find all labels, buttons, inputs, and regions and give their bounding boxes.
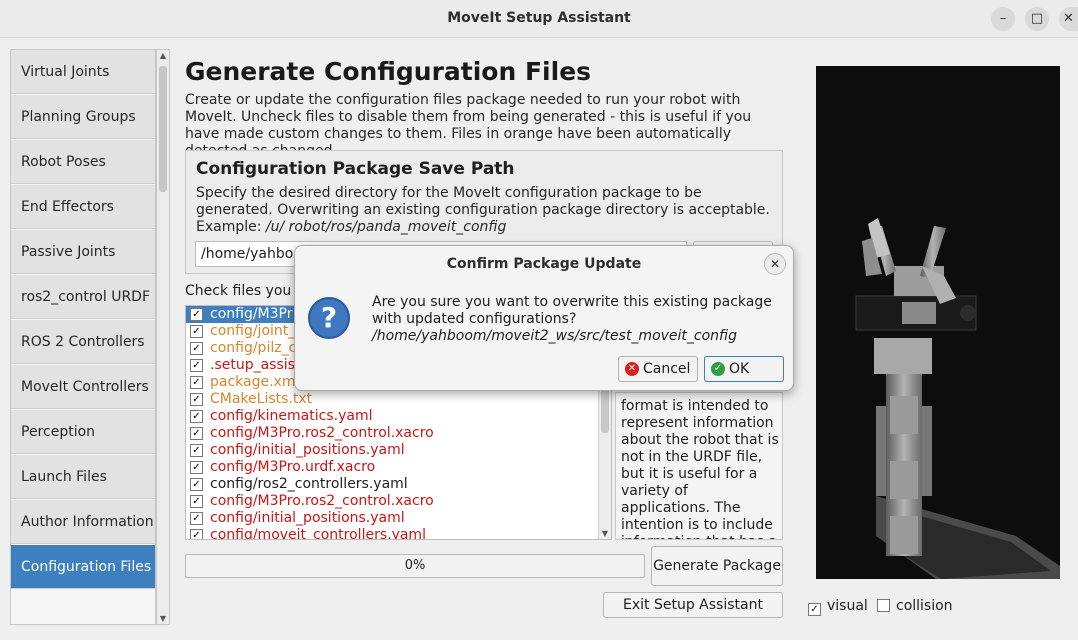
scroll-down-icon[interactable]: ▼ bbox=[599, 529, 611, 538]
close-icon[interactable]: ✕ bbox=[1059, 7, 1078, 31]
cancel-label: Cancel bbox=[643, 361, 691, 377]
file-checkbox[interactable]: ✓ bbox=[190, 427, 203, 440]
dialog-path: /home/yahboom/moveit2_ws/src/test_moveit… bbox=[372, 328, 737, 344]
ok-check-icon: ✓ bbox=[711, 362, 725, 376]
file-name: CMakeLists.txt bbox=[210, 391, 313, 407]
sidebar-item-end-effectors[interactable]: End Effectors bbox=[11, 185, 155, 229]
file-list-row[interactable]: ✓ config/initial_positions.yaml bbox=[186, 442, 599, 459]
file-checkbox[interactable]: ✓ bbox=[190, 410, 203, 423]
file-name: config/M3Pro.ros2_control.xacro bbox=[210, 493, 434, 509]
robot-arm-render bbox=[855, 218, 1060, 579]
sidebar-item-passive-joints[interactable]: Passive Joints bbox=[11, 230, 155, 274]
collision-check-icon[interactable] bbox=[877, 599, 890, 612]
file-checkbox[interactable]: ✓ bbox=[190, 529, 203, 539]
ok-button[interactable]: ✓ OK bbox=[704, 356, 784, 382]
file-description-text: format is intended to represent informat… bbox=[621, 398, 779, 539]
file-checkbox[interactable]: ✓ bbox=[190, 308, 203, 321]
save-path-description: Specify the desired directory for the Mo… bbox=[196, 185, 780, 236]
file-checkbox[interactable]: ✓ bbox=[190, 512, 203, 525]
visual-checkbox[interactable]: ✓ visual bbox=[808, 598, 868, 616]
question-icon: ? bbox=[308, 297, 350, 339]
confirm-dialog: Confirm Package Update ✕ ? Are you sure … bbox=[294, 245, 794, 391]
progress-bar: 0% bbox=[185, 554, 645, 578]
file-name: config/kinematics.yaml bbox=[210, 408, 373, 424]
file-name: config/M3Pro.urdf.xacro bbox=[210, 459, 376, 475]
page-title: Generate Configuration Files bbox=[185, 57, 592, 86]
file-description-panel: format is intended to represent informat… bbox=[615, 392, 783, 540]
file-checkbox[interactable]: ✓ bbox=[190, 325, 203, 338]
scroll-down-icon[interactable]: ▼ bbox=[157, 614, 169, 623]
visual-check-icon[interactable]: ✓ bbox=[808, 603, 821, 616]
save-path-example: /u/ robot/ros/panda_moveit_config bbox=[265, 219, 507, 235]
check-files-label: Check files you w bbox=[185, 283, 308, 299]
file-name: .setup_assist bbox=[210, 357, 301, 373]
window-titlebar: MoveIt Setup Assistant – □ ✕ bbox=[0, 0, 1078, 38]
minimize-icon[interactable]: – bbox=[991, 7, 1015, 31]
collision-label: collision bbox=[896, 598, 953, 614]
file-name: config/initial_positions.yaml bbox=[210, 442, 405, 458]
sidebar-scroll-thumb[interactable] bbox=[159, 66, 167, 192]
file-checkbox[interactable]: ✓ bbox=[190, 495, 203, 508]
file-list-row[interactable]: ✓ config/M3Pro.ros2_control.xacro bbox=[186, 425, 599, 442]
sidebar-item-launch-files[interactable]: Launch Files bbox=[11, 455, 155, 499]
maximize-icon[interactable]: □ bbox=[1025, 7, 1049, 31]
sidebar-scrollbar[interactable]: ▲ ▼ bbox=[156, 49, 170, 625]
sidebar-item-author-information[interactable]: Author Information bbox=[11, 500, 155, 544]
dialog-title: Confirm Package Update bbox=[446, 256, 642, 272]
file-name: config/moveit_controllers.yaml bbox=[210, 527, 426, 540]
window-title: MoveIt Setup Assistant bbox=[447, 10, 631, 26]
file-list-row[interactable]: ✓ config/M3Pro.ros2_control.xacro bbox=[186, 493, 599, 510]
sidebar-item-perception[interactable]: Perception bbox=[11, 410, 155, 454]
file-list-row[interactable]: ✓ CMakeLists.txt bbox=[186, 391, 599, 408]
collision-checkbox[interactable]: collision bbox=[877, 598, 953, 614]
sidebar-item-planning-groups[interactable]: Planning Groups bbox=[11, 95, 155, 139]
file-name: config/joint_ bbox=[210, 323, 296, 339]
file-checkbox[interactable]: ✓ bbox=[190, 376, 203, 389]
file-name: config/ros2_controllers.yaml bbox=[210, 476, 408, 492]
close-icon[interactable]: ✕ bbox=[764, 253, 786, 275]
file-name: package.xml bbox=[210, 374, 300, 390]
file-name: config/M3Pro.ros2_control.xacro bbox=[210, 425, 434, 441]
sidebar-item-robot-poses[interactable]: Robot Poses bbox=[11, 140, 155, 184]
sidebar-item-ros2-control-urdf[interactable]: ros2_control URDF M bbox=[11, 275, 155, 319]
file-checkbox[interactable]: ✓ bbox=[190, 342, 203, 355]
file-checkbox[interactable]: ✓ bbox=[190, 478, 203, 491]
sidebar-item-configuration-files[interactable]: Configuration Files bbox=[11, 545, 155, 589]
file-checkbox[interactable]: ✓ bbox=[190, 359, 203, 372]
save-path-title: Configuration Package Save Path bbox=[196, 159, 515, 179]
file-checkbox[interactable]: ✓ bbox=[190, 444, 203, 457]
file-list-row[interactable]: ✓ config/moveit_controllers.yaml bbox=[186, 527, 599, 540]
sidebar-item-moveit-controllers[interactable]: MoveIt Controllers bbox=[11, 365, 155, 409]
cancel-button[interactable]: ✕ Cancel bbox=[618, 356, 698, 382]
sidebar-item-virtual-joints[interactable]: Virtual Joints bbox=[11, 50, 155, 94]
file-name: config/initial_positions.yaml bbox=[210, 510, 405, 526]
generate-package-button[interactable]: Generate Package bbox=[651, 546, 783, 586]
visual-label: visual bbox=[827, 598, 868, 614]
file-list-row[interactable]: ✓ config/kinematics.yaml bbox=[186, 408, 599, 425]
file-checkbox[interactable]: ✓ bbox=[190, 461, 203, 474]
sidebar-nav: Virtual Joints Planning Groups Robot Pos… bbox=[10, 49, 156, 625]
sidebar-item-ros2-controllers[interactable]: ROS 2 Controllers bbox=[11, 320, 155, 364]
scroll-up-icon[interactable]: ▲ bbox=[157, 51, 169, 60]
exit-setup-assistant-button[interactable]: Exit Setup Assistant bbox=[603, 592, 783, 618]
file-checkbox[interactable]: ✓ bbox=[190, 393, 203, 406]
file-name: config/M3Pr bbox=[210, 306, 293, 322]
cancel-icon: ✕ bbox=[625, 362, 639, 376]
file-list-row[interactable]: ✓ config/ros2_controllers.yaml bbox=[186, 476, 599, 493]
robot-3d-viewport[interactable] bbox=[816, 66, 1060, 579]
file-list-row[interactable]: ✓ config/M3Pro.urdf.xacro bbox=[186, 459, 599, 476]
file-list-row[interactable]: ✓ config/initial_positions.yaml bbox=[186, 510, 599, 527]
file-name: config/pilz_c bbox=[210, 340, 297, 356]
ok-label: OK bbox=[729, 361, 750, 377]
dialog-message: Are you sure you want to overwrite this … bbox=[372, 294, 772, 327]
